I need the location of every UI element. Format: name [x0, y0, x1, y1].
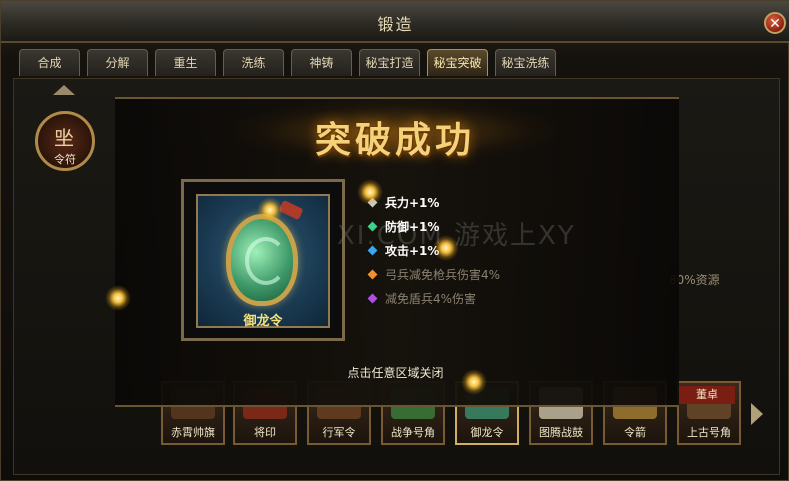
- diamond-icon: [367, 293, 378, 304]
- stat-line: 减免盾兵4%伤害: [367, 291, 476, 307]
- scroll-up-arrow-icon[interactable]: [53, 85, 75, 95]
- sparkle-icon: [433, 235, 459, 261]
- tab-decompose[interactable]: 分解: [87, 49, 148, 76]
- success-banner: 突破成功: [235, 101, 555, 161]
- title-bar: 锻造 ✕: [1, 1, 789, 43]
- dragon-swirl-icon: [245, 237, 287, 285]
- slot-label: 御龙令: [470, 426, 504, 439]
- jade-token-icon: [226, 214, 298, 306]
- sparkle-icon: [257, 197, 283, 223]
- slot-label: 战争号角: [391, 426, 435, 439]
- tab-treasure-breakthrough[interactable]: 秘宝突破: [427, 49, 488, 76]
- stat-line: 防御+1%: [367, 219, 439, 235]
- window-title: 锻造: [377, 15, 414, 34]
- tab-treasure-forge[interactable]: 秘宝打造: [359, 49, 420, 76]
- tab-synthesis[interactable]: 合成: [19, 49, 80, 76]
- tab-refine[interactable]: 洗练: [223, 49, 284, 76]
- diamond-icon: [367, 221, 378, 232]
- tab-divine-cast[interactable]: 神铸: [291, 49, 352, 76]
- token-icon: 㘴: [54, 126, 74, 150]
- banner-title: 突破成功: [314, 119, 475, 161]
- tab-treasure-refine[interactable]: 秘宝洗练: [495, 49, 556, 76]
- slot-label: 赤霄帅旗: [171, 426, 215, 439]
- item-name: 御龙令: [243, 314, 283, 329]
- owner-tag: 董卓: [679, 386, 735, 404]
- sparkle-icon: [461, 369, 487, 395]
- forge-window: 锻造 ✕ 合成 分解 重生 洗练 神铸 秘宝打造 秘宝突破 秘宝洗练 㘴 令符 …: [0, 0, 789, 481]
- close-icon[interactable]: ✕: [764, 12, 786, 34]
- diamond-icon: [367, 269, 378, 280]
- sparkle-icon: [357, 179, 383, 205]
- diamond-icon: [367, 245, 378, 256]
- close-hint: 点击任意区域关闭: [347, 366, 444, 380]
- slot-label: 图腾战鼓: [539, 426, 583, 439]
- stat-line: 弓兵减免枪兵伤害4%: [367, 267, 500, 283]
- slot-label: 将印: [254, 426, 276, 439]
- next-page-arrow-icon[interactable]: [751, 403, 763, 425]
- token-label: 令符: [54, 153, 76, 166]
- slot-label: 行军令: [322, 426, 356, 439]
- tab-rebirth[interactable]: 重生: [155, 49, 216, 76]
- slot-label: 上古号角: [687, 426, 731, 439]
- stat-line: 攻击+1%: [367, 243, 439, 259]
- slot-label: 令箭: [624, 426, 646, 439]
- sparkle-icon: [105, 285, 131, 311]
